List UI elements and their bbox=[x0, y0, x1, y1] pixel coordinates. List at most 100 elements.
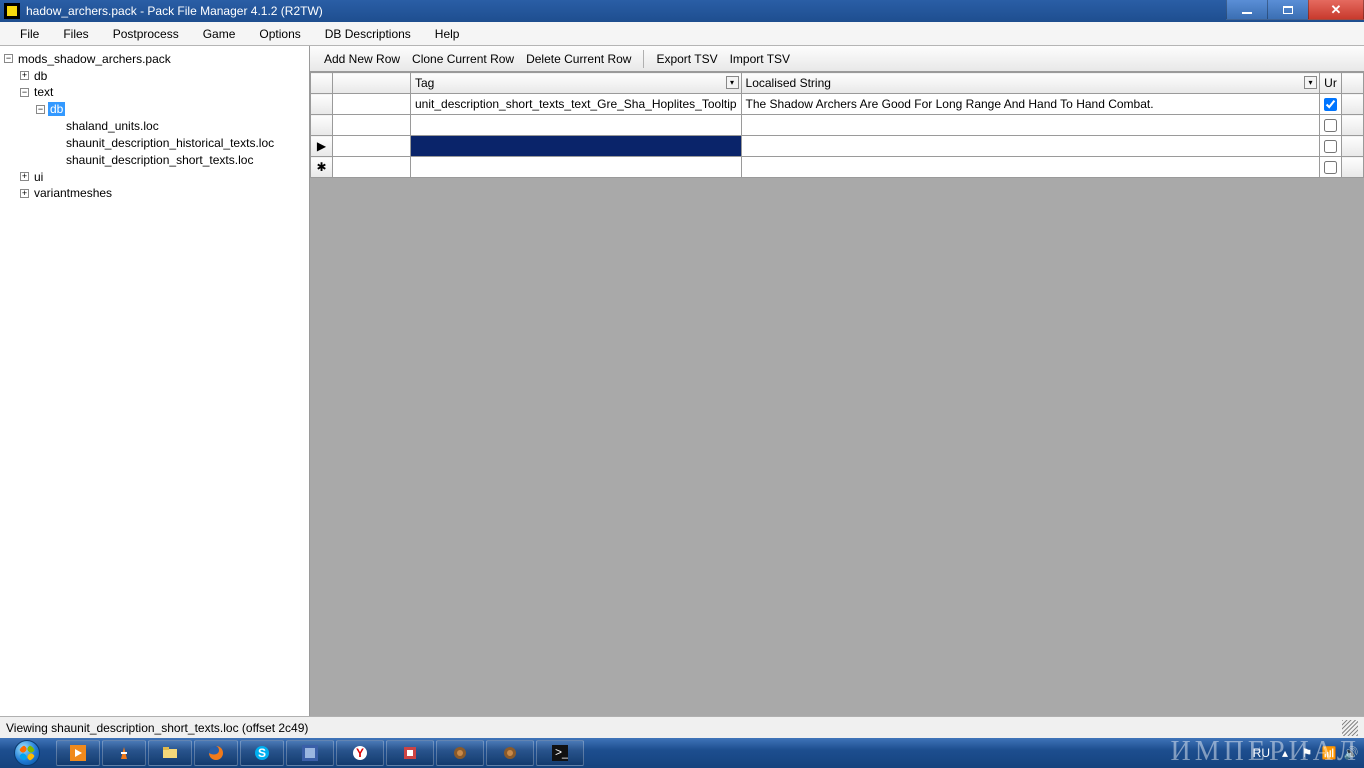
cell-loc[interactable]: The Shadow Archers Are Good For Long Ran… bbox=[741, 94, 1319, 115]
tree-file[interactable]: shaunit_description_short_texts.loc bbox=[64, 153, 255, 167]
tree-node-ui[interactable]: ui bbox=[32, 170, 45, 184]
cell-blank[interactable] bbox=[333, 115, 411, 136]
grid-scroll-cell bbox=[1342, 136, 1364, 157]
cell-loc[interactable] bbox=[741, 136, 1319, 157]
cell-ur[interactable] bbox=[1320, 115, 1342, 136]
menu-file[interactable]: File bbox=[8, 23, 51, 45]
filter-dropdown-icon[interactable]: ▾ bbox=[726, 76, 739, 89]
window-close-button[interactable]: ✕ bbox=[1308, 0, 1364, 20]
resize-grip-icon[interactable] bbox=[1342, 720, 1358, 736]
cell-ur[interactable] bbox=[1320, 136, 1342, 157]
cell-tag[interactable] bbox=[411, 136, 742, 157]
tree-root[interactable]: mods_shadow_archers.pack bbox=[16, 52, 173, 66]
grid-scroll-cell bbox=[1342, 157, 1364, 178]
taskbar-item-skype[interactable]: S bbox=[240, 740, 284, 766]
status-bar: Viewing shaunit_description_short_texts.… bbox=[0, 716, 1364, 738]
tree-node-variantmeshes[interactable]: variantmeshes bbox=[32, 186, 114, 200]
import-tsv-button[interactable]: Import TSV bbox=[724, 50, 796, 68]
ur-checkbox[interactable] bbox=[1324, 98, 1337, 111]
filter-dropdown-icon[interactable]: ▾ bbox=[1304, 76, 1317, 89]
cell-loc[interactable] bbox=[741, 157, 1319, 178]
window-titlebar: hadow_archers.pack - Pack File Manager 4… bbox=[0, 0, 1364, 22]
tree-node-db[interactable]: db bbox=[32, 69, 49, 83]
taskbar-item-firefox[interactable] bbox=[194, 740, 238, 766]
clone-row-button[interactable]: Clone Current Row bbox=[406, 50, 520, 68]
window-maximize-button[interactable] bbox=[1267, 0, 1309, 20]
tray-language[interactable]: RU bbox=[1253, 746, 1270, 760]
taskbar-item-app1[interactable] bbox=[286, 740, 334, 766]
svg-text:>_: >_ bbox=[555, 745, 568, 759]
tree-node-text-db[interactable]: db bbox=[48, 102, 65, 116]
toolbar-separator bbox=[643, 50, 644, 68]
tray-sound-icon[interactable]: 🔊 bbox=[1344, 746, 1358, 760]
taskbar-item-app3[interactable] bbox=[436, 740, 484, 766]
table-row[interactable] bbox=[311, 115, 1364, 136]
tree-toggle-icon[interactable]: − bbox=[20, 88, 29, 97]
data-grid[interactable]: Tag ▾ Localised String ▾ Ur unit_descripti… bbox=[310, 72, 1364, 716]
window-title: hadow_archers.pack - Pack File Manager 4… bbox=[26, 4, 323, 18]
cell-ur[interactable] bbox=[1320, 157, 1342, 178]
ur-checkbox[interactable] bbox=[1324, 140, 1337, 153]
menubar: File Files Postprocess Game Options DB D… bbox=[0, 22, 1364, 46]
menu-files[interactable]: Files bbox=[51, 23, 100, 45]
taskbar-item-media[interactable] bbox=[56, 740, 100, 766]
tray-flag-icon[interactable]: ⚑ bbox=[1300, 746, 1314, 760]
taskbar-item-app4[interactable] bbox=[486, 740, 534, 766]
cell-blank[interactable] bbox=[333, 94, 411, 115]
table-row-selected[interactable]: ▶ bbox=[311, 136, 1364, 157]
table-row-new[interactable]: ✱ bbox=[311, 157, 1364, 178]
tree-toggle-icon[interactable]: + bbox=[20, 71, 29, 80]
tree-file[interactable]: shaunit_description_historical_texts.loc bbox=[64, 136, 276, 150]
menu-game[interactable]: Game bbox=[191, 23, 248, 45]
cell-ur[interactable] bbox=[1320, 94, 1342, 115]
grid-header-localised[interactable]: Localised String ▾ bbox=[741, 73, 1319, 94]
grid-scroll-cell bbox=[1342, 115, 1364, 136]
taskbar-item-app2[interactable] bbox=[386, 740, 434, 766]
tree-toggle-icon[interactable]: − bbox=[4, 54, 13, 63]
header-label: Tag bbox=[415, 76, 434, 90]
row-header[interactable] bbox=[311, 115, 333, 136]
ur-checkbox[interactable] bbox=[1324, 161, 1337, 174]
grid-header-ur[interactable]: Ur bbox=[1320, 73, 1342, 94]
cell-tag[interactable] bbox=[411, 115, 742, 136]
cell-tag[interactable] bbox=[411, 157, 742, 178]
ur-checkbox[interactable] bbox=[1324, 119, 1337, 132]
windows-taskbar: S Y >_ RU ▴ ⚑ 📶 🔊 ИМПЕРИАЛ bbox=[0, 738, 1364, 768]
grid-header-blank[interactable] bbox=[333, 73, 411, 94]
system-tray[interactable]: RU ▴ ⚑ 📶 🔊 bbox=[1247, 746, 1364, 760]
taskbar-item-vlc[interactable] bbox=[102, 740, 146, 766]
row-header-current[interactable]: ▶ bbox=[311, 136, 333, 157]
tree-toggle-icon[interactable]: + bbox=[20, 172, 29, 181]
taskbar-item-yandex[interactable]: Y bbox=[336, 740, 384, 766]
add-row-button[interactable]: Add New Row bbox=[318, 50, 406, 68]
row-header-new[interactable]: ✱ bbox=[311, 157, 333, 178]
grid-corner[interactable] bbox=[311, 73, 333, 94]
cell-tag[interactable]: unit_description_short_texts_text_Gre_Sh… bbox=[411, 94, 742, 115]
taskbar-item-cmd[interactable]: >_ bbox=[536, 740, 584, 766]
tree-toggle-icon[interactable]: − bbox=[36, 105, 45, 114]
cell-blank[interactable] bbox=[333, 136, 411, 157]
svg-text:Y: Y bbox=[356, 746, 364, 760]
tray-network-icon[interactable]: 📶 bbox=[1322, 746, 1336, 760]
menu-postprocess[interactable]: Postprocess bbox=[101, 23, 191, 45]
tree-toggle-icon[interactable]: + bbox=[20, 189, 29, 198]
row-header[interactable] bbox=[311, 94, 333, 115]
cell-loc[interactable] bbox=[741, 115, 1319, 136]
grid-header-tag[interactable]: Tag ▾ bbox=[411, 73, 742, 94]
delete-row-button[interactable]: Delete Current Row bbox=[520, 50, 637, 68]
tree-node-text[interactable]: text bbox=[32, 85, 55, 99]
menu-options[interactable]: Options bbox=[247, 23, 312, 45]
window-minimize-button[interactable] bbox=[1226, 0, 1268, 20]
menu-db-descriptions[interactable]: DB Descriptions bbox=[313, 23, 423, 45]
menu-help[interactable]: Help bbox=[423, 23, 472, 45]
export-tsv-button[interactable]: Export TSV bbox=[650, 50, 723, 68]
file-tree[interactable]: −mods_shadow_archers.pack +db −text −db … bbox=[0, 46, 310, 716]
tray-up-icon[interactable]: ▴ bbox=[1278, 746, 1292, 760]
start-button[interactable] bbox=[0, 738, 54, 768]
taskbar-item-explorer[interactable] bbox=[148, 740, 192, 766]
header-label: Localised String bbox=[746, 76, 831, 90]
table-row[interactable]: unit_description_short_texts_text_Gre_Sh… bbox=[311, 94, 1364, 115]
cell-blank[interactable] bbox=[333, 157, 411, 178]
app-icon bbox=[4, 3, 20, 19]
tree-file[interactable]: shaland_units.loc bbox=[64, 119, 161, 133]
